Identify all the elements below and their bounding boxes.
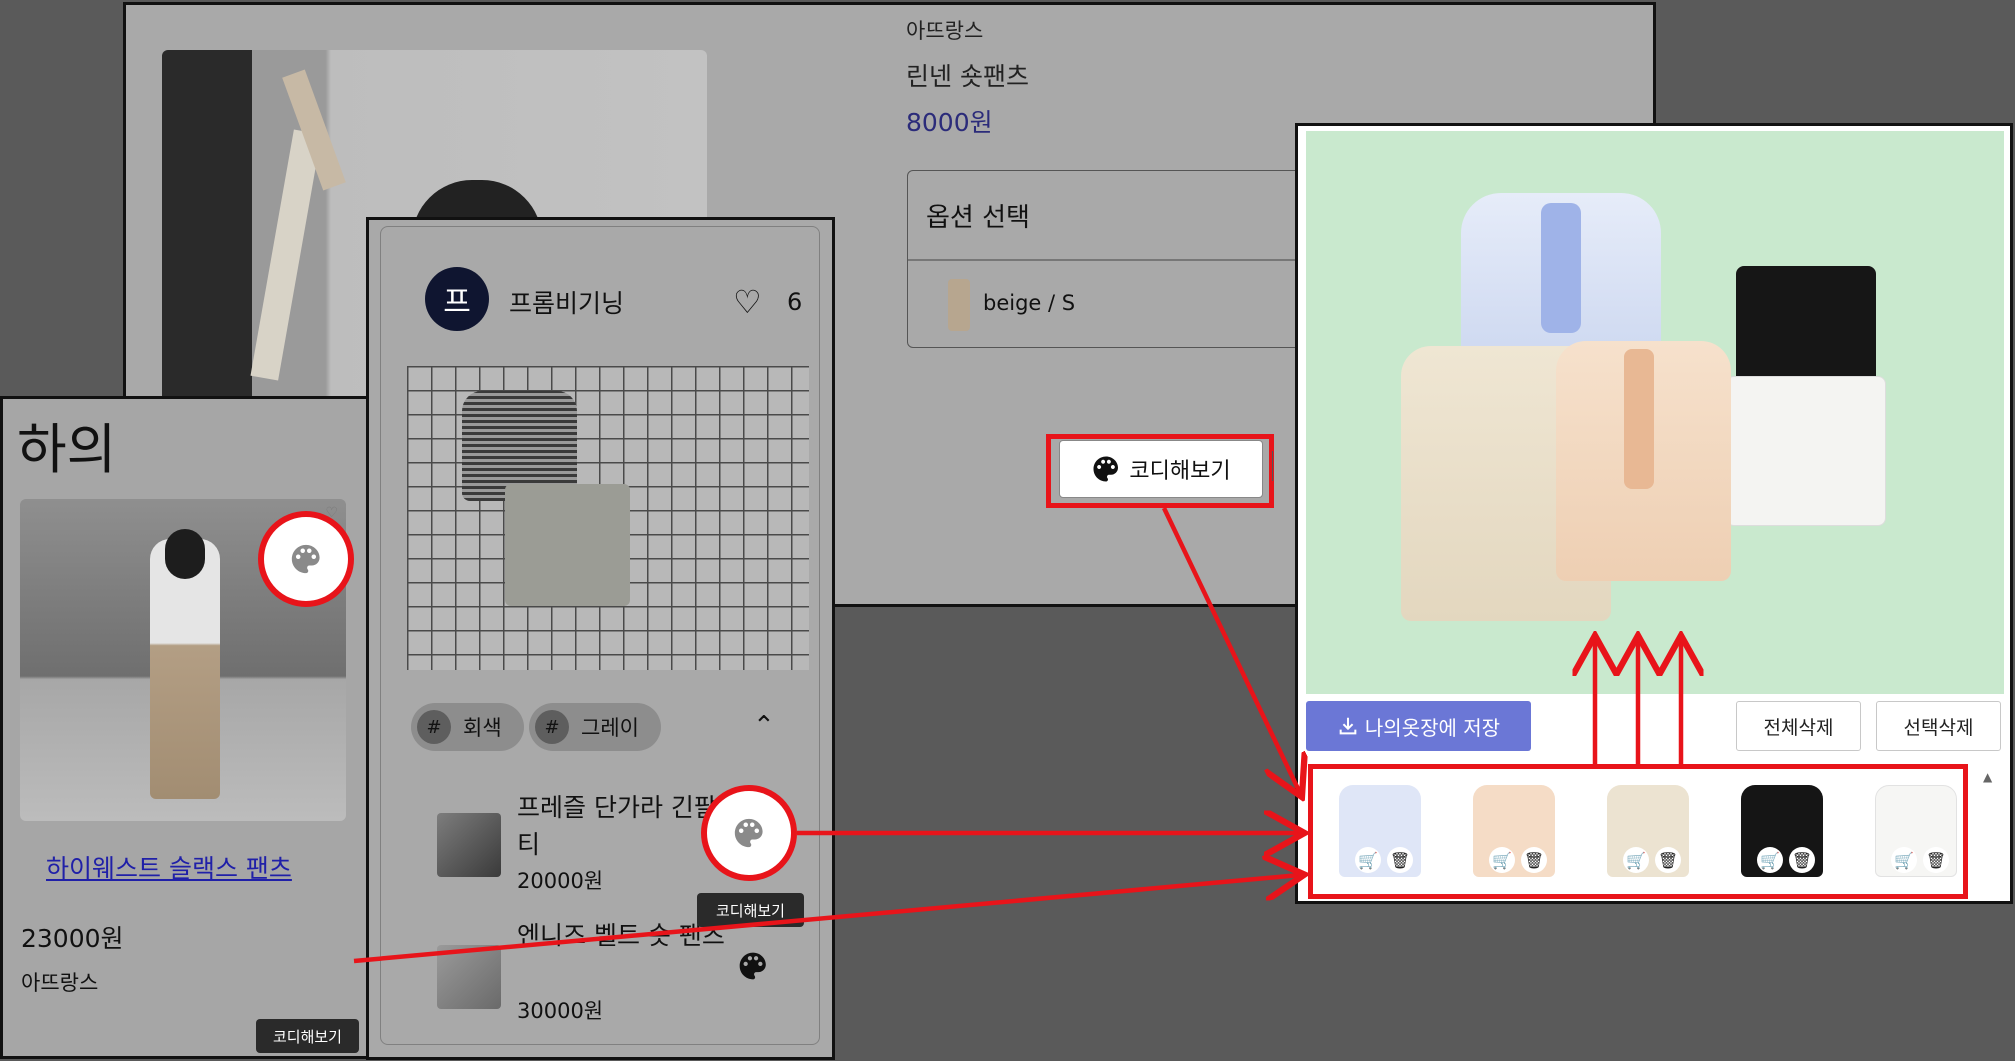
palette-icon bbox=[734, 818, 763, 848]
cart-icon[interactable]: 🛒 bbox=[1355, 847, 1381, 873]
like-count: 6 bbox=[787, 288, 803, 316]
category-coordi-button[interactable] bbox=[258, 511, 354, 607]
category-product-brand: 아뜨랑스 bbox=[21, 971, 99, 995]
canvas-item-peach-blouse[interactable] bbox=[1556, 341, 1731, 581]
hash-icon: # bbox=[535, 710, 569, 744]
item-thumbnail[interactable] bbox=[437, 945, 501, 1009]
strip-item[interactable]: 🛒 🗑 bbox=[1593, 781, 1703, 886]
tag-chip[interactable]: # 그레이 bbox=[529, 703, 661, 751]
selected-option: beige / S bbox=[983, 291, 1076, 315]
option-select-label[interactable]: 옵션 선택 bbox=[926, 197, 1030, 234]
coordi-canvas[interactable] bbox=[1306, 131, 2004, 694]
chevron-up-icon[interactable]: ⌃ bbox=[753, 711, 775, 741]
coordi-button-label: 코디해보기 bbox=[1129, 459, 1231, 484]
coordi-item-name[interactable]: 엔니즈 벨트 숏 팬츠 bbox=[517, 917, 727, 954]
category-title: 하의 bbox=[17, 418, 117, 481]
coordi-item-price: 20000원 bbox=[517, 869, 604, 893]
canvas-item-black-shorts[interactable] bbox=[1736, 266, 1876, 386]
tag-label: 회색 bbox=[463, 716, 502, 740]
strip-item[interactable]: 🛒 🗑 bbox=[1325, 781, 1435, 886]
item-coordi-button[interactable] bbox=[701, 785, 797, 881]
trash-icon[interactable]: 🗑 bbox=[1521, 847, 1547, 873]
item-thumbnail[interactable] bbox=[437, 813, 501, 877]
tag-list: # 회색 # 그레이 bbox=[411, 703, 811, 751]
delete-all-button[interactable]: 전체삭제 bbox=[1736, 701, 1861, 751]
save-button-label: 나의옷장에 저장 bbox=[1364, 715, 1501, 740]
coordi-tooltip: 코디해보기 bbox=[256, 1019, 359, 1053]
selected-items-strip: 🛒 🗑 🛒 🗑 🛒 🗑 🛒 🗑 🛒 🗑 bbox=[1308, 764, 1968, 899]
hash-icon: # bbox=[417, 710, 451, 744]
palette-icon bbox=[1093, 456, 1119, 482]
coordi-item-name[interactable]: 프레즐 단가라 긴팔티 bbox=[517, 789, 717, 863]
avatar[interactable]: 프 bbox=[425, 267, 489, 331]
strip-item[interactable]: 🛒 🗑 bbox=[1861, 781, 1971, 886]
canvas-item-blue-blouse[interactable] bbox=[1461, 193, 1661, 363]
coordi-tooltip: 코디해보기 bbox=[697, 893, 804, 927]
strip-scrollbar[interactable]: ▲ bbox=[1977, 762, 1999, 902]
coordi-card: 프 프롬비기닝 ♡ 6 # 회색 # 그레이 ⌃ 프레즐 단가라 긴팔티 200… bbox=[366, 217, 835, 1060]
coordi-item-price: 30000원 bbox=[517, 999, 604, 1023]
coordi-board-image[interactable] bbox=[407, 366, 809, 670]
save-to-closet-button[interactable]: 나의옷장에 저장 bbox=[1306, 701, 1531, 751]
coordi-button[interactable]: 코디해보기 bbox=[1059, 440, 1273, 498]
cart-icon[interactable]: 🛒 bbox=[1623, 847, 1649, 873]
cart-icon[interactable]: 🛒 bbox=[1757, 847, 1783, 873]
trash-icon[interactable]: 🗑 bbox=[1923, 847, 1949, 873]
tag-chip[interactable]: # 회색 bbox=[411, 703, 524, 751]
coordi-user-name[interactable]: 프롬비기닝 bbox=[509, 284, 624, 320]
product-price: 8000원 bbox=[906, 108, 993, 137]
delete-selected-button[interactable]: 선택삭제 bbox=[1876, 701, 2001, 751]
heart-icon[interactable]: ♡ bbox=[733, 283, 762, 321]
category-product-link[interactable]: 하이웨스트 슬랙스 팬츠 bbox=[46, 849, 292, 885]
palette-icon bbox=[291, 544, 320, 574]
cart-icon[interactable]: 🛒 bbox=[1891, 847, 1917, 873]
option-thumbnail bbox=[948, 279, 970, 331]
strip-item[interactable]: 🛒 🗑 bbox=[1459, 781, 1569, 886]
download-icon bbox=[1339, 717, 1357, 735]
product-brand[interactable]: 아뜨랑스 bbox=[906, 15, 983, 45]
category-card: 하의 ♡ 하이웨스트 슬랙스 팬츠 23000원 아뜨랑스 코디해보기 bbox=[0, 396, 370, 1059]
cart-icon[interactable]: 🛒 bbox=[1489, 847, 1515, 873]
trash-icon[interactable]: 🗑 bbox=[1387, 847, 1413, 873]
canvas-item-white-shorts[interactable] bbox=[1726, 376, 1886, 526]
trash-icon[interactable]: 🗑 bbox=[1655, 847, 1681, 873]
palette-icon[interactable] bbox=[737, 950, 769, 986]
strip-item[interactable]: 🛒 🗑 bbox=[1727, 781, 1837, 886]
tag-label: 그레이 bbox=[581, 716, 639, 740]
product-name: 린넨 숏팬츠 bbox=[906, 62, 1029, 91]
scroll-up-arrow-icon[interactable]: ▲ bbox=[1983, 770, 1992, 784]
trash-icon[interactable]: 🗑 bbox=[1789, 847, 1815, 873]
category-product-price: 23000원 bbox=[21, 924, 124, 953]
